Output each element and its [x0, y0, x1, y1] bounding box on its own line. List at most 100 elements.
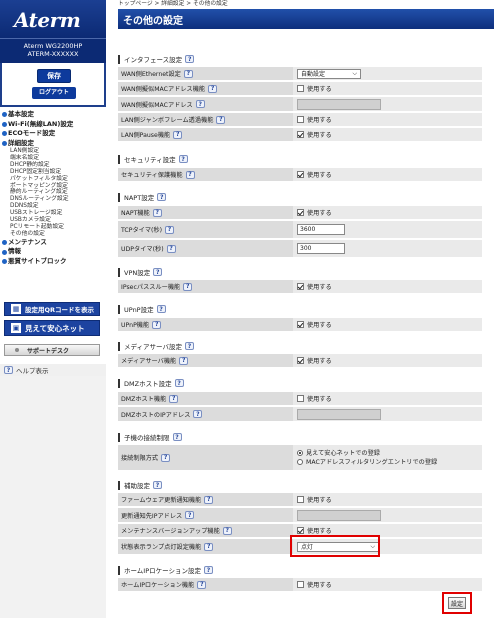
- nav-info[interactable]: 情報: [2, 247, 106, 257]
- radio-label: MACアドレスフィルタリングエントリでの登録: [306, 458, 438, 466]
- row-tcp: TCPタイマ(秒)? 3600: [118, 221, 482, 239]
- row-lan-pause: LAN側Pause機能? 使用する: [118, 128, 482, 142]
- help-icon[interactable]: ?: [152, 208, 162, 217]
- help-icon[interactable]: ?: [204, 495, 214, 504]
- section-title: DMZホスト設定: [124, 380, 172, 388]
- udp-timer-input[interactable]: 300: [297, 243, 345, 254]
- sidebar: Aterm Aterm WG2200HP ATERM-XXXXXX 保存 ログア…: [0, 0, 106, 618]
- section-media: メディアサーバ設定?: [118, 340, 482, 352]
- dmz-checkbox[interactable]: [297, 395, 304, 402]
- security-checkbox[interactable]: [297, 171, 304, 178]
- support-desk-button[interactable]: サポートデスク: [4, 344, 100, 356]
- help-icon[interactable]: ?: [156, 305, 166, 313]
- save-button[interactable]: 保存: [37, 69, 71, 83]
- nav-detail[interactable]: 詳細設定: [2, 139, 106, 149]
- fw-checkbox[interactable]: [297, 496, 304, 503]
- help-icon[interactable]: ?: [153, 268, 163, 276]
- help-icon[interactable]: ?: [169, 394, 179, 403]
- radio-icon[interactable]: [297, 459, 303, 465]
- radio-option-mieru[interactable]: 見えて安心ネットでの登録: [297, 449, 380, 458]
- media-checkbox[interactable]: [297, 357, 304, 364]
- help-icon[interactable]: ?: [216, 115, 226, 124]
- wan-eth-select[interactable]: 自動設定 ⌵: [297, 68, 361, 79]
- nav-label: 詳細設定: [8, 138, 34, 147]
- help-icon[interactable]: ?: [204, 542, 214, 551]
- help-icon[interactable]: ?: [157, 193, 167, 201]
- lan-pause-checkbox[interactable]: [297, 131, 304, 138]
- help-icon[interactable]: ?: [152, 320, 162, 329]
- page-title: その他の設定: [118, 9, 494, 29]
- tcp-timer-input[interactable]: 3600: [297, 224, 345, 235]
- logout-button[interactable]: ログアウト: [32, 87, 76, 99]
- help-icon[interactable]: ?: [222, 526, 232, 535]
- help-icon[interactable]: ?: [174, 379, 184, 387]
- help-icon[interactable]: ?: [178, 155, 188, 163]
- help-icon[interactable]: ?: [197, 580, 207, 589]
- qr-code-button[interactable]: ▦ 設定用QRコードを表示: [4, 302, 100, 316]
- row-value: 使用する: [293, 354, 482, 368]
- nav-sub-lan[interactable]: LAN側設定: [2, 148, 106, 155]
- monitor-icon: ▣: [11, 323, 21, 333]
- nav-sub-name[interactable]: 端末名設定: [2, 155, 106, 162]
- nav-sub-pc-remote[interactable]: PCリモート起動設定: [2, 224, 106, 231]
- support-label: サポートデスク: [27, 347, 70, 355]
- lan-jumbo-checkbox[interactable]: [297, 116, 304, 123]
- help-icon[interactable]: ?: [161, 453, 171, 462]
- mieru-net-button[interactable]: ▣ 見えて安心ネット: [4, 320, 100, 336]
- set-button[interactable]: 設定: [448, 597, 466, 609]
- radio-option-mac[interactable]: MACアドレスフィルタリングエントリでの登録: [297, 458, 437, 467]
- nav-label: 情報: [8, 247, 21, 256]
- nav-basic[interactable]: 基本設定: [2, 110, 106, 120]
- nav-eco[interactable]: ECOモード設定: [2, 129, 106, 139]
- help-icon[interactable]: ?: [166, 244, 176, 253]
- nav-block[interactable]: 悪質サイトブロック: [2, 257, 106, 267]
- help-icon[interactable]: ?: [185, 170, 195, 179]
- row-value: 使用する: [293, 113, 482, 127]
- help-icon[interactable]: ?: [165, 225, 175, 234]
- nav-maint[interactable]: メンテナンス: [2, 238, 106, 248]
- upnp-checkbox[interactable]: [297, 321, 304, 328]
- help-icon[interactable]: ?: [185, 55, 195, 63]
- section-title: セキュリティ設定: [124, 156, 176, 164]
- nav-sub-usb-camera[interactable]: USBカメラ設定: [2, 217, 106, 224]
- row-value: 使用する: [293, 578, 482, 592]
- fw-ip-input[interactable]: [297, 509, 381, 521]
- section-title: UPnP設定: [124, 306, 154, 314]
- nav-sub-dhcp-static[interactable]: DHCP静的設定: [2, 162, 106, 169]
- row-label: LAN側ジャンボフレーム透過機能?: [118, 113, 293, 127]
- help-icon[interactable]: ?: [183, 69, 193, 78]
- home-checkbox[interactable]: [297, 581, 304, 588]
- napt-checkbox[interactable]: [297, 209, 304, 216]
- help-icon[interactable]: ?: [172, 433, 182, 441]
- checkbox-label: 使用する: [307, 497, 332, 504]
- checkbox-label: 使用する: [307, 284, 332, 291]
- nav-wifi[interactable]: Wi-Fi(無線LAN)設定: [2, 120, 106, 130]
- ipsec-checkbox[interactable]: [297, 283, 304, 290]
- wan-mac-checkbox[interactable]: [297, 85, 304, 92]
- row-value: 使用する: [293, 493, 482, 507]
- help-icon[interactable]: ?: [184, 342, 194, 350]
- maint-checkbox[interactable]: [297, 527, 304, 534]
- label-text: DMZホスト機能: [121, 396, 167, 403]
- help-icon[interactable]: ?: [193, 410, 203, 418]
- help-icon[interactable]: ?: [179, 356, 189, 365]
- nav-sub-filter[interactable]: パケットフィルタ設定: [2, 176, 106, 183]
- wan-mac-input[interactable]: [297, 98, 381, 110]
- row-label: ファームウェア更新通知機能?: [118, 493, 293, 507]
- highlight-box: [290, 535, 380, 557]
- help-icon[interactable]: ?: [195, 100, 205, 108]
- nav-sub-dhcp-fixed[interactable]: DHCP固定割当設定: [2, 169, 106, 176]
- row-label: UDPタイマ(秒)?: [118, 240, 293, 258]
- nav-sub-other[interactable]: その他の設定: [2, 231, 106, 238]
- help-icon[interactable]: ?: [173, 130, 183, 139]
- label-text: UPnP機能: [121, 322, 150, 329]
- checkbox-label: 使用する: [307, 322, 332, 329]
- radio-icon[interactable]: [297, 450, 303, 456]
- help-icon[interactable]: ?: [208, 84, 218, 93]
- help-icon[interactable]: ?: [185, 511, 195, 519]
- help-icon[interactable]: ?: [153, 481, 162, 489]
- help-link[interactable]: ? ヘルプ表示: [0, 364, 106, 376]
- help-icon[interactable]: ?: [204, 566, 214, 574]
- dmz-ip-input[interactable]: [297, 408, 381, 420]
- help-icon[interactable]: ?: [183, 282, 193, 291]
